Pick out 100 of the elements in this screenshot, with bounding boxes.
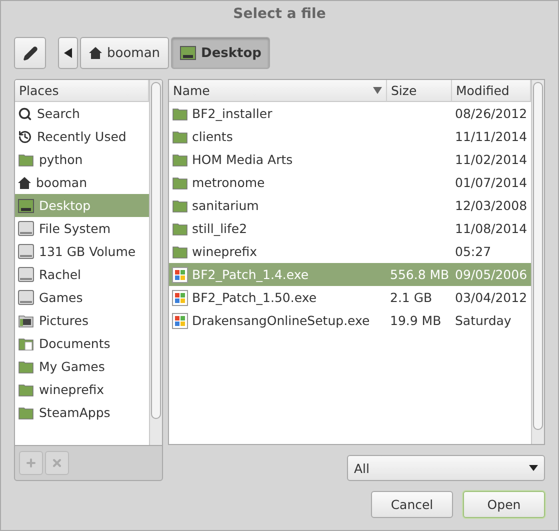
pencil-icon — [22, 46, 38, 60]
place-item[interactable]: Search — [15, 102, 149, 125]
folder-icon — [172, 130, 188, 144]
place-label: Rachel — [39, 267, 82, 282]
file-name-cell[interactable]: metronome — [169, 171, 387, 194]
modified-cell-text: 08/26/2012 — [454, 105, 528, 123]
windows-flag-icon — [172, 290, 188, 306]
folder-icon — [172, 176, 188, 190]
place-item[interactable]: Pictures — [15, 309, 149, 332]
windows-flag-icon — [172, 312, 188, 328]
size-cell: 556.8 MB — [387, 263, 452, 286]
drive-icon — [18, 267, 34, 282]
size-cell-text: 19.9 MB — [389, 312, 442, 330]
folder-icon — [18, 360, 34, 374]
place-item[interactable]: Recently Used — [15, 125, 149, 148]
folder-icon — [18, 382, 34, 396]
close-icon — [51, 457, 63, 469]
modified-cell-text: 01/07/2014 — [454, 174, 528, 192]
folder-icon — [18, 152, 34, 166]
file-name: metronome — [192, 175, 265, 190]
plus-icon — [25, 457, 37, 469]
file-name-cell[interactable]: still_life2 — [169, 217, 387, 240]
file-name: wineprefix — [192, 244, 258, 259]
column-header[interactable]: Size — [387, 80, 452, 102]
place-item[interactable]: 131 GB Volume — [15, 240, 149, 263]
modified-cell-text: Saturday — [454, 312, 512, 330]
column-header[interactable]: Name — [169, 80, 387, 102]
file-name-cell[interactable]: wineprefix — [169, 240, 387, 263]
place-item[interactable]: Rachel — [15, 263, 149, 286]
path-button[interactable]: Desktop — [171, 37, 270, 69]
place-label: SteamApps — [39, 405, 110, 420]
path-button[interactable]: booman — [80, 37, 170, 69]
place-label: Documents — [39, 336, 110, 351]
place-label: Pictures — [39, 313, 88, 328]
search-icon — [18, 106, 32, 120]
scrollbar[interactable] — [531, 80, 544, 444]
drive-icon — [18, 290, 34, 305]
place-item[interactable]: My Games — [15, 355, 149, 378]
folder-icon — [172, 152, 188, 166]
desktop-icon — [18, 198, 34, 212]
place-item[interactable]: booman — [15, 171, 149, 194]
drive-icon — [18, 221, 34, 236]
modified-cell-text: 05:27 — [454, 243, 492, 261]
modified-cell-text: 11/11/2014 — [454, 128, 528, 146]
file-name: BF2_installer — [192, 106, 272, 121]
modified-cell: 09/05/2006 — [452, 263, 531, 286]
file-name: BF2_Patch_1.50.exe — [192, 290, 317, 305]
type-location-button[interactable] — [14, 37, 46, 69]
place-item[interactable]: SteamApps — [15, 401, 149, 424]
sort-triangle-icon — [373, 87, 382, 94]
place-label: Search — [37, 106, 80, 121]
left-triangle-icon — [64, 48, 72, 58]
place-label: wineprefix — [39, 382, 104, 397]
file-name-cell[interactable]: DrakensangOnlineSetup.exe — [169, 309, 387, 332]
documents-folder-icon — [18, 336, 34, 350]
scrollbar[interactable] — [149, 80, 162, 445]
folder-icon — [172, 222, 188, 236]
column-header: Places — [15, 80, 149, 102]
add-bookmark-button[interactable] — [19, 451, 43, 475]
size-cell-text: 2.1 GB — [389, 289, 434, 307]
place-label: 131 GB Volume — [39, 244, 136, 259]
file-name-cell[interactable]: clients — [169, 125, 387, 148]
place-item[interactable]: Games — [15, 286, 149, 309]
home-icon — [18, 176, 31, 188]
dropdown-triangle-icon — [529, 465, 538, 471]
place-item[interactable]: python — [15, 148, 149, 171]
filter-dropdown[interactable]: All — [347, 455, 545, 481]
desktop-icon — [180, 46, 196, 60]
place-label: Games — [39, 290, 83, 305]
open-button[interactable]: Open — [463, 491, 545, 518]
folder-icon — [172, 244, 188, 258]
modified-cell-text: 11/08/2014 — [454, 220, 528, 238]
place-item[interactable]: wineprefix — [15, 378, 149, 401]
modified-cell-text: 12/03/2008 — [454, 197, 528, 215]
column-header[interactable]: Modified — [452, 80, 531, 102]
window-title: Select a file — [232, 5, 327, 24]
pictures-folder-icon — [18, 314, 34, 328]
file-name-cell[interactable]: BF2_installer — [169, 102, 387, 125]
remove-bookmark-button[interactable] — [45, 451, 69, 475]
modified-cell-text: 11/02/2014 — [454, 151, 528, 169]
history-icon — [18, 130, 32, 144]
place-label: My Games — [39, 359, 105, 374]
place-label: File System — [39, 221, 111, 236]
place-label: python — [39, 152, 83, 167]
place-label: Recently Used — [37, 129, 126, 144]
file-name: clients — [192, 129, 233, 144]
windows-flag-icon — [172, 266, 188, 282]
home-icon — [89, 47, 102, 59]
file-name-cell[interactable]: sanitarium — [169, 194, 387, 217]
back-arrow-button[interactable] — [58, 37, 78, 69]
place-item[interactable]: File System — [15, 217, 149, 240]
place-item[interactable]: Documents — [15, 332, 149, 355]
file-name: DrakensangOnlineSetup.exe — [192, 313, 370, 328]
place-label: Desktop — [39, 198, 91, 213]
folder-icon — [172, 198, 188, 212]
file-name-cell[interactable]: BF2_Patch_1.50.exe — [169, 286, 387, 309]
place-label: booman — [36, 175, 87, 190]
file-name-cell[interactable]: HOM Media Arts — [169, 148, 387, 171]
file-name: HOM Media Arts — [192, 152, 293, 167]
cancel-button[interactable]: Cancel — [371, 491, 453, 518]
